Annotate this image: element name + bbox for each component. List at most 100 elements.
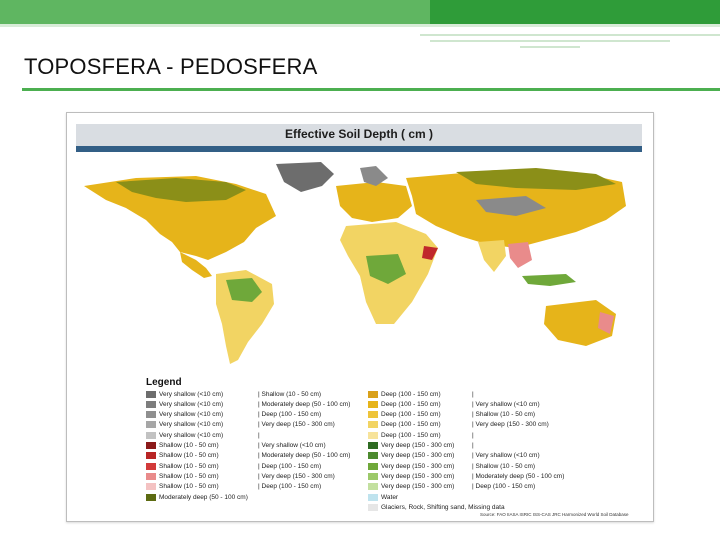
page-title: TOPOSFERA - PEDOSFERA (24, 54, 318, 79)
legend-item: | Very shallow (<10 cm) (258, 441, 326, 451)
legend-item: Deep (100 - 150 cm) (368, 430, 441, 440)
legend-label: Deep (100 - 150 cm) (381, 400, 441, 408)
legend-swatch (146, 493, 156, 501)
legend-item: | Deep (100 - 150 cm) (258, 410, 321, 420)
legend-swatch (146, 431, 156, 439)
legend-item: | Very shallow (<10 cm) (472, 399, 540, 409)
legend-swatch (368, 411, 378, 419)
legend-label: | (472, 390, 474, 398)
legend-label: | Moderately deep (50 - 100 cm) (472, 472, 565, 480)
map-header-band (76, 146, 642, 152)
legend-item: Very deep (150 - 300 cm) (368, 471, 454, 481)
legend-swatch (368, 452, 378, 460)
legend-label: Deep (100 - 150 cm) (381, 411, 441, 419)
legend-item: | Deep (100 - 150 cm) (472, 482, 535, 492)
legend-label: | Very deep (150 - 300 cm) (258, 472, 335, 480)
legend-label: | Very deep (150 - 300 cm) (472, 421, 549, 429)
legend-label: Very deep (150 - 300 cm) (381, 472, 455, 480)
legend-item: | (472, 441, 474, 451)
legend-item: | Moderately deep (50 - 100 cm) (258, 399, 350, 409)
legend-item: Deep (100 - 150 cm) (368, 399, 441, 409)
legend-item: | (258, 430, 260, 440)
legend-title: Legend (146, 377, 182, 388)
legend-swatch (146, 400, 156, 408)
legend-item: Deep (100 - 150 cm) (368, 389, 441, 399)
legend-item: | Shallow (10 - 50 cm) (258, 389, 321, 399)
legend-swatch (368, 442, 378, 449)
legend-swatch (368, 503, 378, 511)
legend-source: Source: FAO IIASA ISRIC ISS-CAS JRC Harm… (480, 512, 629, 517)
legend-label: | (258, 431, 260, 439)
legend-label: | Very shallow (<10 cm) (258, 442, 326, 449)
legend-item: | Very deep (150 - 300 cm) (258, 420, 335, 430)
legend-item: | Very deep (150 - 300 cm) (258, 471, 335, 481)
legend-label: Shallow (10 - 50 cm) (159, 452, 219, 460)
legend-swatch (146, 421, 156, 429)
india (478, 240, 506, 272)
legend-label: | (472, 431, 474, 439)
legend-label: Moderately deep (50 - 100 cm) (159, 493, 248, 501)
legend-label: | Very shallow (<10 cm) (472, 400, 540, 408)
legend-label: | Deep (100 - 150 cm) (258, 483, 322, 491)
legend-label: Very deep (150 - 300 cm) (381, 462, 455, 470)
top-accent-line (0, 24, 720, 27)
title-underline (22, 88, 720, 91)
legend-label: Shallow (10 - 50 cm) (159, 472, 219, 480)
legend-label: | Deep (100 - 150 cm) (258, 462, 322, 470)
legend-label: | Deep (100 - 150 cm) (258, 411, 322, 419)
indonesia (522, 274, 576, 286)
legend-item: Very deep (150 - 300 cm) (368, 461, 454, 471)
legend-label: Deep (100 - 150 cm) (381, 390, 441, 398)
legend-label: | (472, 442, 474, 449)
legend-label: Water (381, 493, 399, 501)
legend-label: | Shallow (10 - 50 cm) (472, 411, 536, 419)
legend-label: Deep (100 - 150 cm) (381, 421, 441, 429)
decorative-line (420, 34, 720, 36)
legend-swatch (146, 390, 156, 398)
legend-swatch (368, 421, 378, 429)
legend-item: Shallow (10 - 50 cm) (146, 461, 219, 471)
legend-swatch (146, 483, 156, 491)
legend-item: Very shallow (<10 cm) (146, 420, 223, 430)
europe (336, 182, 412, 222)
top-accent-bar-light (0, 0, 430, 24)
legend-swatch (146, 411, 156, 419)
scandinavia (360, 166, 388, 186)
southeast-asia-red (508, 242, 532, 268)
legend-label: Glaciers, Rock, Shifting sand, Missing d… (381, 503, 505, 511)
legend-item: Glaciers, Rock, Shifting sand, Missing d… (368, 502, 505, 512)
legend-label: Shallow (10 - 50 cm) (159, 442, 219, 449)
legend-label: Very shallow (<10 cm) (159, 411, 224, 419)
legend-label: Very shallow (<10 cm) (159, 390, 224, 398)
legend-swatch (146, 472, 156, 480)
decorative-line (520, 46, 580, 48)
legend-label: Deep (100 - 150 cm) (381, 431, 441, 439)
legend-item: Shallow (10 - 50 cm) (146, 441, 219, 451)
legend-label: | Very deep (150 - 300 cm) (258, 421, 335, 429)
legend-item: Shallow (10 - 50 cm) (146, 471, 219, 481)
legend-label: | Very shallow (<10 cm) (472, 452, 540, 460)
legend-swatch (146, 462, 156, 470)
legend-swatch (368, 472, 378, 480)
legend-label: | Moderately deep (50 - 100 cm) (258, 400, 351, 408)
legend-item: | Moderately deep (50 - 100 cm) (258, 451, 350, 461)
legend-item: | Deep (100 - 150 cm) (258, 482, 321, 492)
world-soil-map (84, 162, 626, 364)
greenland (276, 162, 334, 192)
legend-item: Shallow (10 - 50 cm) (146, 451, 219, 461)
legend-item: Deep (100 - 150 cm) (368, 420, 441, 430)
legend-swatch (368, 483, 378, 491)
legend-label: Shallow (10 - 50 cm) (159, 483, 219, 491)
legend-label: Very shallow (<10 cm) (159, 421, 224, 429)
legend-label: Very shallow (<10 cm) (159, 400, 224, 408)
legend-label: | Moderately deep (50 - 100 cm) (258, 452, 351, 460)
legend-swatch (368, 493, 378, 501)
legend-swatch (368, 431, 378, 439)
decorative-line (430, 40, 670, 42)
legend-item: Very deep (150 - 300 cm) (368, 482, 454, 492)
legend-item: Very deep (150 - 300 cm) (368, 441, 454, 451)
legend-swatch (368, 462, 378, 470)
legend-label: | Shallow (10 - 50 cm) (258, 390, 322, 398)
legend-item: | (472, 389, 474, 399)
legend-item: | Deep (100 - 150 cm) (258, 461, 321, 471)
